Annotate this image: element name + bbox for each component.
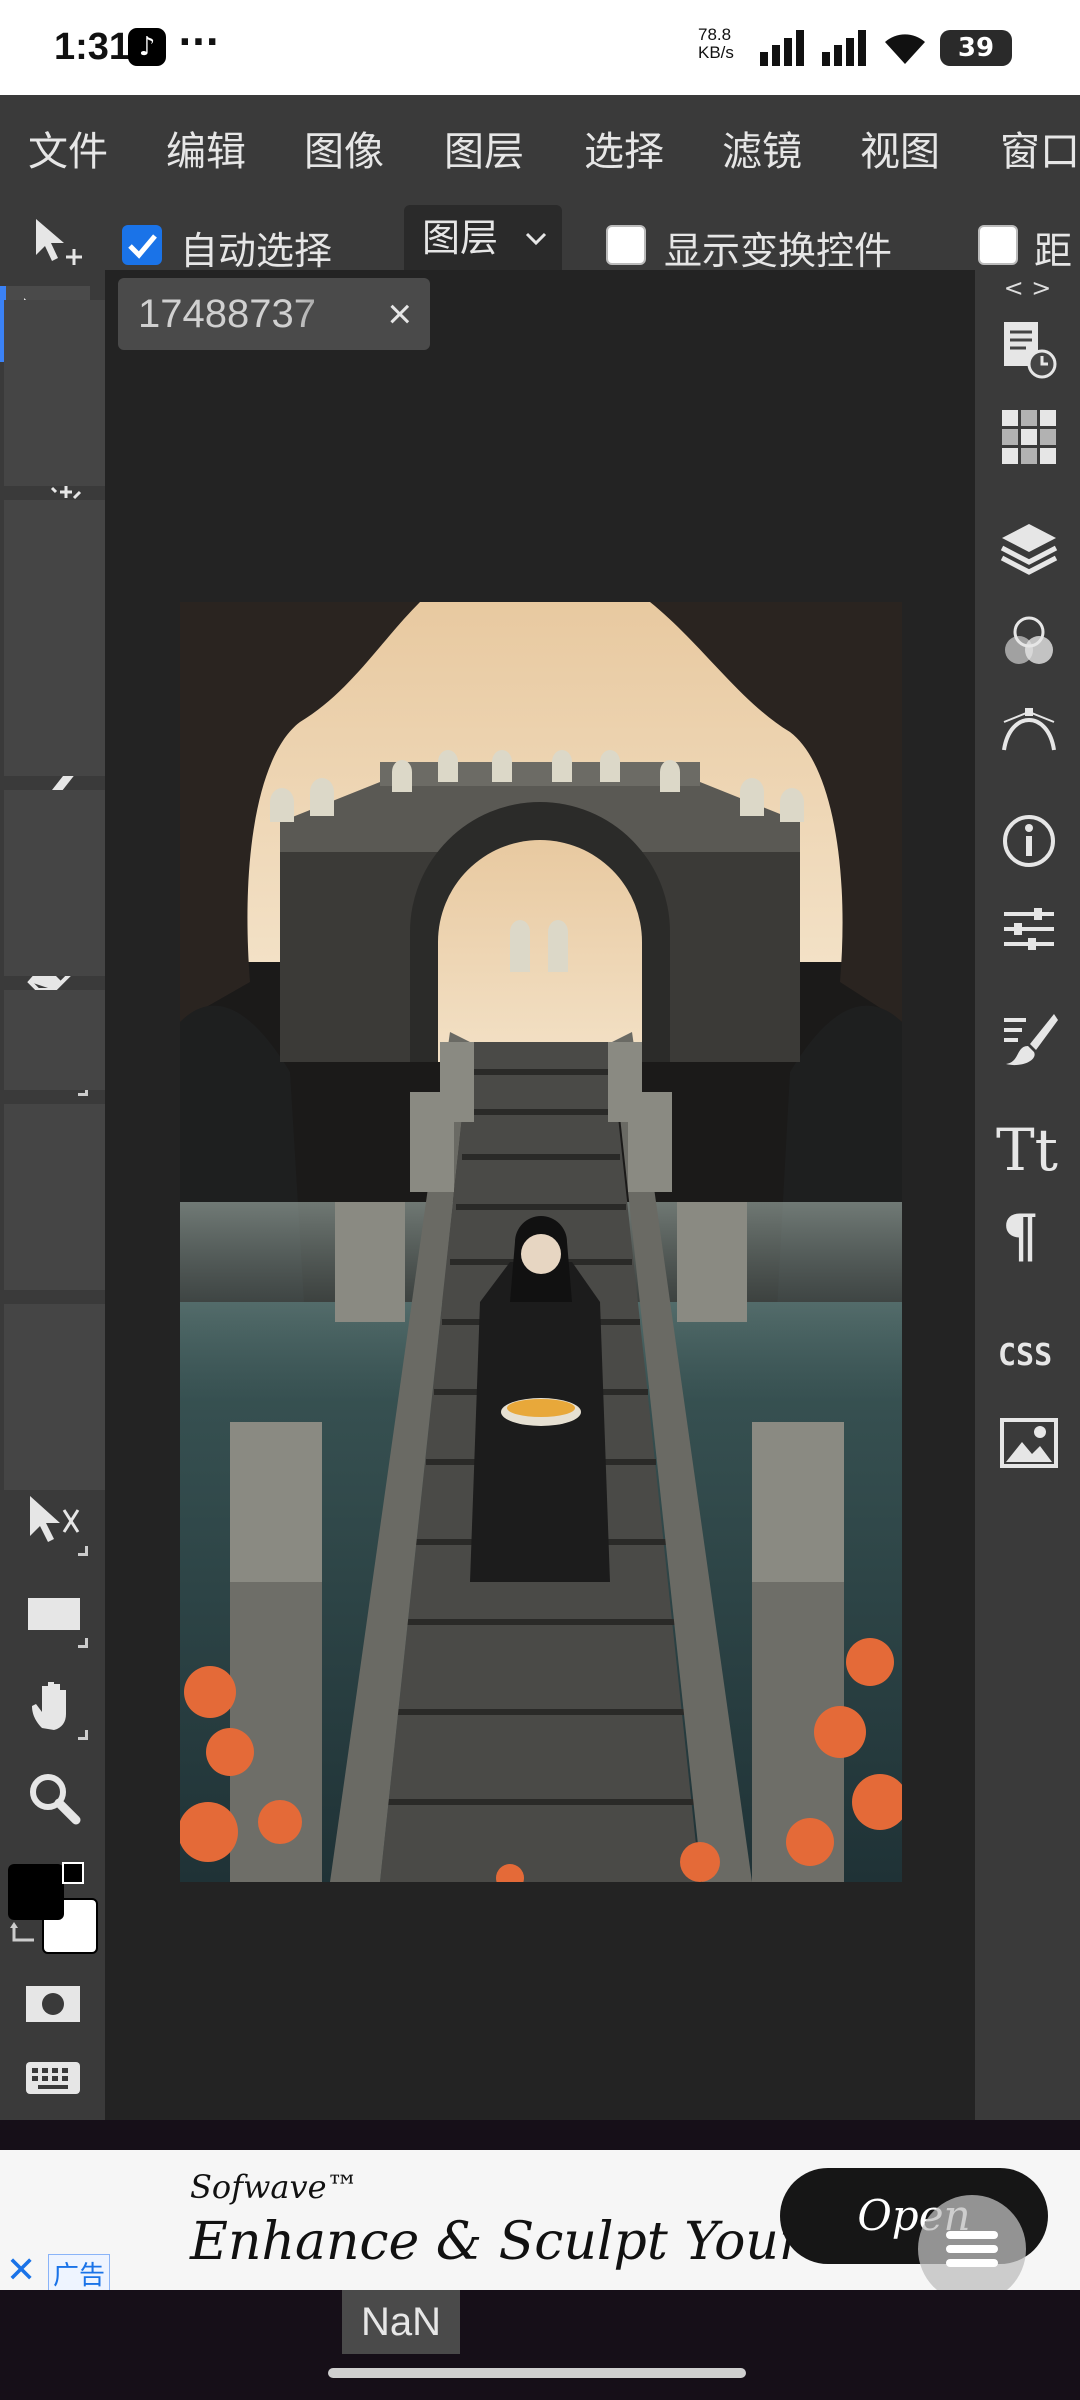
auto-select-target-value: 图层 — [422, 216, 499, 260]
channels-icon[interactable] — [998, 610, 1060, 672]
image-panel-icon[interactable] — [998, 1412, 1060, 1474]
foreground-color-front — [8, 1864, 64, 1920]
hand-icon — [32, 1682, 66, 1730]
auto-select-checkbox[interactable] — [122, 225, 162, 265]
paragraph-panel-icon[interactable]: ¶ — [1002, 1202, 1039, 1270]
move-tool-options-icon — [36, 219, 82, 265]
zoom-tool[interactable] — [14, 1760, 90, 1836]
battery-indicator: 39 — [940, 30, 1012, 66]
character-panel-icon[interactable]: Tt — [996, 1116, 1058, 1184]
status-time: 1:31 — [54, 26, 131, 68]
keyboard-icon[interactable] — [24, 2060, 82, 2096]
distance-checkbox[interactable] — [978, 225, 1018, 265]
show-transform-checkbox[interactable] — [606, 225, 646, 265]
menu-file[interactable]: 文件 — [28, 119, 108, 177]
swatches-icon[interactable] — [998, 406, 1060, 468]
panel-group-1 — [4, 300, 105, 486]
signal-1-icon — [760, 30, 804, 66]
ad-tagline: Enhance & Sculpt Your — [190, 2212, 804, 2272]
panel-group-4 — [4, 990, 105, 1090]
auto-select-label: 自动选择 — [180, 229, 333, 273]
menu-edit[interactable]: 编辑 — [166, 119, 246, 177]
document-tab[interactable]: 17488737 × — [118, 278, 430, 350]
default-colors-icon[interactable] — [62, 1862, 84, 1884]
tiktok-notification-icon: ♪ — [128, 28, 166, 66]
path-select-tool[interactable] — [14, 1484, 90, 1560]
paths-icon[interactable] — [998, 700, 1060, 762]
menu-layer[interactable]: 图层 — [444, 119, 524, 177]
layers-icon[interactable] — [998, 516, 1060, 578]
shape-tool[interactable] — [14, 1576, 90, 1652]
chevron-down-icon — [525, 232, 547, 246]
network-speed-unit: KB/s — [698, 43, 734, 62]
close-document-icon[interactable]: × — [387, 278, 412, 350]
signal-2-icon — [822, 30, 866, 66]
ad-label: 广告 — [48, 2254, 111, 2293]
path-select-icon — [30, 1496, 80, 1542]
history-icon[interactable] — [998, 318, 1060, 380]
panel-group-5 — [4, 1104, 105, 1290]
panel-group-3 — [4, 790, 105, 976]
artwork-illustration — [180, 602, 902, 1882]
ad-close-icon[interactable]: ✕ — [6, 2250, 36, 2291]
distance-label: 距 — [1034, 229, 1073, 273]
adjustments-icon[interactable] — [998, 898, 1060, 960]
floating-menu-button[interactable] — [918, 2195, 1026, 2303]
zoom-icon — [30, 1774, 81, 1825]
hand-tool[interactable] — [14, 1668, 90, 1744]
wifi-icon — [885, 34, 925, 64]
panel-group-6 — [4, 1304, 105, 1490]
system-nav-area — [0, 2290, 1080, 2400]
app-bottom-strip — [0, 2120, 1080, 2150]
canvas-image[interactable] — [180, 602, 902, 1882]
auto-select-target-dropdown[interactable]: 图层 — [404, 205, 562, 275]
swap-colors-icon[interactable] — [8, 1920, 40, 1952]
panel-group-2 — [4, 500, 105, 776]
show-transform-label: 显示变换控件 — [664, 229, 893, 273]
menu-window[interactable]: 窗口 — [1000, 119, 1080, 177]
brush-settings-icon[interactable] — [998, 1008, 1060, 1070]
collapse-panels-toggle[interactable]: < > — [975, 274, 1080, 302]
ad-brand: Sofwave™ — [190, 2168, 359, 2206]
menu-filter[interactable]: 滤镜 — [722, 119, 802, 177]
css-panel-icon[interactable]: CSS — [998, 1338, 1052, 1373]
ad-banner[interactable]: Sofwave™ Enhance & Sculpt Your Open ✕ 广告 — [0, 2150, 1080, 2293]
home-indicator[interactable] — [328, 2368, 746, 2378]
rectangle-icon — [28, 1598, 80, 1630]
info-icon[interactable] — [998, 810, 1060, 872]
menu-view[interactable]: 视图 — [860, 119, 940, 177]
photopea-app: 1:31 ♪ ··· 78.8 KB/s 39 文件 编辑 图像 图层 选择 滤… — [0, 0, 1080, 2400]
network-speed: 78.8 KB/s — [698, 26, 734, 62]
menu-select[interactable]: 选择 — [584, 119, 664, 177]
more-notifications-icon: ··· — [178, 22, 220, 63]
menu-image[interactable]: 图像 — [304, 119, 384, 177]
status-bar: 1:31 ♪ ··· 78.8 KB/s 39 — [0, 0, 1080, 95]
nan-tab[interactable]: NaN — [342, 2290, 460, 2354]
menu-bar: 文件 编辑 图像 图层 选择 滤镜 视图 窗口 — [0, 95, 1080, 195]
options-bar: 自动选择 图层 显示变换控件 距 — [0, 195, 1080, 275]
network-speed-value: 78.8 — [698, 25, 732, 44]
quick-mask-icon[interactable] — [24, 1982, 82, 2026]
